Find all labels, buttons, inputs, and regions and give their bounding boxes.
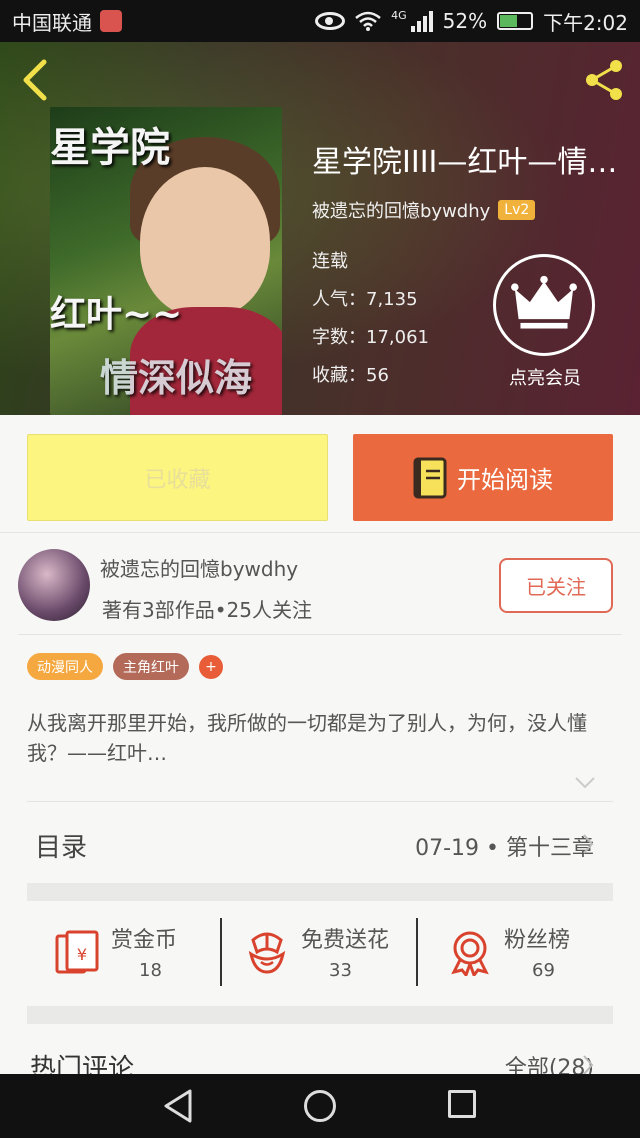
serial-status: 连载	[312, 251, 348, 272]
nav-recent-apps-icon[interactable]	[448, 1090, 476, 1118]
level-badge: Lv2	[498, 200, 536, 220]
reward-count: 33	[329, 960, 352, 981]
chevron-right-icon	[583, 1055, 594, 1075]
crown-icon[interactable]	[493, 254, 595, 356]
tag-item[interactable]: 主角红叶	[113, 653, 189, 680]
svg-text:¥: ¥	[77, 945, 87, 964]
chevron-down-icon[interactable]	[574, 776, 596, 790]
back-arrow-icon[interactable]	[16, 58, 56, 102]
battery-icon	[497, 12, 534, 30]
rewards-bar: ¥ 赏金币 18 免费送花 33 粉丝榜 69	[0, 900, 640, 1005]
section-divider	[27, 1006, 613, 1024]
reward-label: 粉丝榜	[504, 928, 571, 953]
cover-title-text: 星学院	[50, 124, 170, 171]
popularity-stat: 人气：7,135	[312, 289, 418, 310]
red-envelope-icon: ¥	[55, 930, 99, 974]
book-title: 星学院IIII—红叶—情…	[312, 145, 618, 180]
reward-label: 免费送花	[301, 928, 390, 953]
avatar[interactable]	[18, 549, 90, 621]
table-of-contents-row[interactable]: 目录 07-19 • 第十三章	[0, 802, 640, 884]
clock: 下午2:02	[543, 10, 628, 35]
divider	[18, 634, 622, 635]
cover-subtitle-text: 红叶~~	[50, 293, 183, 335]
author-info: 著有3部作品•25人关注	[102, 598, 312, 622]
popularity-value: 7,135	[366, 289, 418, 310]
reward-coins-button[interactable]: ¥ 赏金币 18	[25, 900, 225, 1005]
word-count-value: 17,061	[366, 327, 429, 348]
reward-count: 69	[532, 960, 555, 981]
word-count-stat: 字数：17,061	[312, 327, 429, 348]
fans-ranking-button[interactable]: 粉丝榜 69	[418, 900, 618, 1005]
tag-list: 动漫同人 主角红叶 +	[27, 653, 223, 680]
collected-button[interactable]: 已收藏	[27, 434, 328, 521]
flower-icon	[248, 932, 286, 974]
send-flower-button[interactable]: 免费送花 33	[215, 900, 415, 1005]
notification-icon	[100, 10, 122, 32]
reward-count: 18	[139, 960, 162, 981]
chevron-right-icon	[583, 834, 594, 854]
network-type: 4G	[391, 8, 407, 22]
battery-percent: 52%	[442, 9, 488, 33]
favorites-value: 56	[366, 365, 389, 386]
tag-item[interactable]: 动漫同人	[27, 653, 103, 680]
section-divider	[27, 883, 613, 901]
book-cover[interactable]: 星学院 红叶~~ 情深似海	[50, 107, 282, 415]
book-header: 星学院 红叶~~ 情深似海 星学院IIII—红叶—情… 被遗忘的回憶bywdhy…	[0, 42, 640, 415]
author-name[interactable]: 被遗忘的回憶bywdhy	[100, 553, 298, 582]
start-reading-label: 开始阅读	[457, 466, 553, 494]
vip-label[interactable]: 点亮会员	[480, 364, 610, 390]
nav-home-icon[interactable]	[304, 1090, 336, 1122]
divider	[0, 532, 640, 533]
toc-label: 目录	[35, 833, 88, 863]
medal-icon	[451, 931, 489, 976]
signal-icon	[410, 10, 433, 32]
book-author: 被遗忘的回憶bywdhy	[312, 201, 491, 222]
book-icon	[413, 457, 447, 498]
eye-comfort-icon	[315, 12, 346, 30]
carrier-name: 中国联通	[12, 10, 92, 35]
book-author-line[interactable]: 被遗忘的回憶bywdhy Lv2	[312, 197, 536, 223]
follow-button[interactable]: 已关注	[499, 558, 613, 613]
share-icon[interactable]	[580, 58, 628, 102]
wifi-icon	[355, 11, 381, 31]
reward-label: 赏金币	[111, 928, 178, 953]
status-bar: 中国联通 4G 52% 下午2:02	[0, 0, 640, 42]
favorites-stat: 收藏：56	[312, 365, 389, 386]
cover-tagline-text: 情深似海	[100, 355, 253, 400]
nav-back-icon[interactable]	[162, 1088, 194, 1124]
book-description[interactable]: 从我离开那里开始，我所做的一切都是为了别人，为何，没人懂我？——红叶…	[27, 708, 617, 768]
latest-chapter: 07-19 • 第十三章	[415, 836, 594, 861]
start-reading-button[interactable]: 开始阅读	[353, 434, 613, 521]
add-tag-button[interactable]: +	[199, 654, 223, 679]
system-nav-bar	[0, 1074, 640, 1138]
